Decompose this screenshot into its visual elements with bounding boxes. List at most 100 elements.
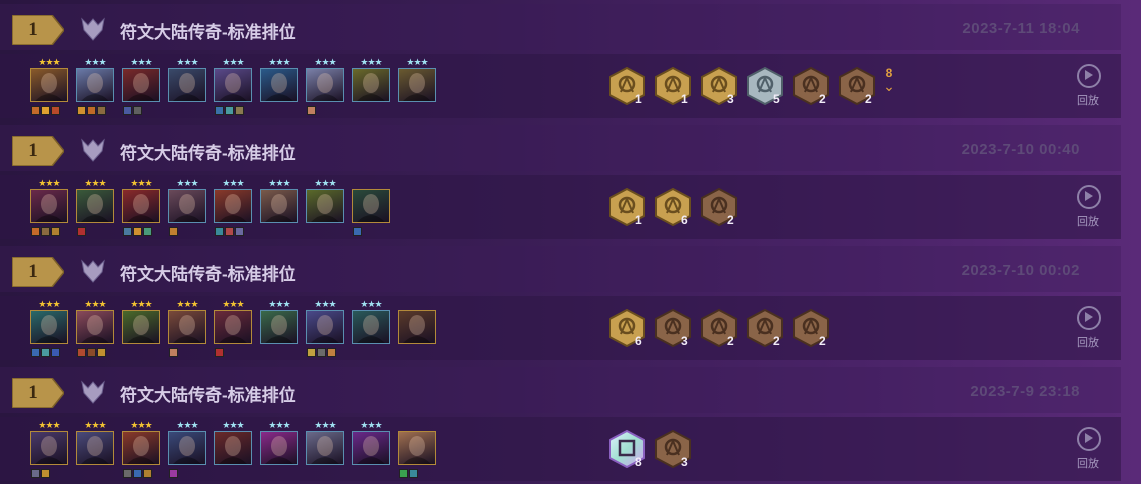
item-icon bbox=[41, 227, 50, 236]
champion-unit[interactable]: ★★★ bbox=[30, 179, 68, 236]
trait-badge[interactable]: 6 bbox=[653, 187, 693, 231]
match-row[interactable]: 1 符文大陆传奇-标准排位 2023-7-11 18:04 ★★★ ★★★ ★★★ ★★★ ★… bbox=[0, 4, 1141, 121]
champion-unit[interactable]: ★★★ bbox=[260, 421, 298, 473]
match-details: ★★★ ★★★ ★★★ ★★★ ★★★ ★★★ ★★★ ★★★ 6 3 2 2 2 回放 bbox=[0, 296, 1121, 360]
star-level-icon: ★★★ bbox=[38, 299, 60, 309]
champion-unit[interactable] bbox=[352, 181, 390, 236]
champion-unit[interactable] bbox=[398, 302, 436, 352]
item-slots bbox=[31, 465, 51, 478]
trait-badge[interactable]: 2 bbox=[745, 308, 785, 352]
match-row[interactable]: 1 符文大陆传奇-标准排位 2023-7-10 00:40 ★★★ ★★★ ★★★ ★★★ ★… bbox=[0, 125, 1141, 242]
item-slots bbox=[215, 344, 225, 357]
champion-unit[interactable]: ★★★ bbox=[214, 420, 252, 473]
replay-label: 回放 bbox=[1077, 337, 1099, 349]
champion-unit[interactable]: ★★★ bbox=[352, 57, 390, 110]
champion-unit[interactable]: ★★★ bbox=[306, 58, 344, 115]
champion-unit[interactable]: ★★★ bbox=[30, 421, 68, 478]
trait-badge[interactable]: 2 bbox=[791, 308, 831, 352]
star-level-icon: ★★★ bbox=[130, 299, 152, 309]
champion-unit[interactable]: ★★★ bbox=[306, 178, 344, 231]
placement-badge: 1 bbox=[12, 136, 64, 166]
item-slots bbox=[353, 223, 363, 236]
item-icon bbox=[327, 348, 336, 357]
champion-unit[interactable]: ★★★ bbox=[122, 421, 160, 478]
champion-unit[interactable]: ★★★ bbox=[76, 300, 114, 357]
match-details: ★★★ ★★★ ★★★ ★★★ ★★★ ★★★ ★★★ ★★★ ★★★ 1 1 3 5 2 2 8 ⌄ 回放 bbox=[0, 54, 1121, 118]
game-mode-label: 符文大陆传奇-标准排位 bbox=[120, 144, 296, 163]
item-icon bbox=[77, 227, 86, 236]
champion-portrait bbox=[168, 310, 206, 344]
trait-count: 2 bbox=[773, 334, 780, 348]
match-row[interactable]: 1 符文大陆传奇-标准排位 2023-7-10 00:02 ★★★ ★★★ ★★★ ★★★ ★… bbox=[0, 246, 1141, 363]
trait-badge[interactable]: 1 bbox=[607, 187, 647, 231]
trait-badge[interactable]: 6 bbox=[607, 308, 647, 352]
trait-count: 5 bbox=[773, 92, 780, 106]
trait-badge[interactable]: 3 bbox=[653, 308, 693, 352]
star-level-icon: ★★★ bbox=[222, 178, 244, 188]
champion-unit[interactable]: ★★★ bbox=[398, 58, 436, 110]
trait-badge[interactable]: 5 bbox=[745, 66, 785, 110]
trait-badge[interactable]: 8 bbox=[607, 429, 647, 473]
trait-badge[interactable]: 3 bbox=[699, 66, 739, 110]
trait-badge[interactable]: 1 bbox=[607, 66, 647, 110]
trait-count: 2 bbox=[727, 334, 734, 348]
champion-portrait bbox=[168, 431, 206, 465]
champion-unit[interactable]: ★★★ bbox=[76, 58, 114, 115]
replay-label: 回放 bbox=[1077, 216, 1099, 228]
champion-unit[interactable]: ★★★ bbox=[30, 58, 68, 115]
expand-traits-button[interactable]: 8 ⌄ bbox=[877, 66, 901, 100]
champion-unit[interactable]: ★★★ bbox=[214, 178, 252, 236]
trait-badge[interactable]: 2 bbox=[699, 308, 739, 352]
champion-unit[interactable]: ★★★ bbox=[122, 58, 160, 115]
champion-unit[interactable]: ★★★ bbox=[168, 179, 206, 236]
champion-unit[interactable]: ★★★ bbox=[30, 299, 68, 357]
champion-unit[interactable]: ★★★ bbox=[76, 421, 114, 473]
star-level-icon: ★★★ bbox=[314, 178, 336, 188]
item-icon bbox=[317, 348, 326, 357]
champion-unit[interactable]: ★★★ bbox=[122, 179, 160, 236]
champion-unit[interactable]: ★★★ bbox=[214, 58, 252, 115]
champion-unit[interactable] bbox=[398, 423, 436, 478]
champion-portrait bbox=[306, 68, 344, 102]
item-icon bbox=[133, 227, 142, 236]
champion-unit[interactable]: ★★★ bbox=[168, 300, 206, 357]
trait-badge[interactable]: 3 bbox=[653, 429, 693, 473]
replay-button[interactable]: 回放 bbox=[1072, 185, 1104, 233]
item-icon bbox=[123, 106, 132, 115]
champion-unit[interactable]: ★★★ bbox=[352, 300, 390, 352]
item-slots bbox=[307, 102, 317, 115]
match-details: ★★★ ★★★ ★★★ ★★★ ★★★ ★★★ ★★★ 1 6 2 回放 bbox=[0, 175, 1121, 239]
champion-unit[interactable]: ★★★ bbox=[260, 300, 298, 352]
trait-badge[interactable]: 2 bbox=[791, 66, 831, 110]
champion-unit[interactable]: ★★★ bbox=[306, 421, 344, 473]
item-slots bbox=[215, 223, 245, 236]
trait-badge[interactable]: 1 bbox=[653, 66, 693, 110]
champion-unit[interactable]: ★★★ bbox=[260, 179, 298, 231]
replay-button[interactable]: 回放 bbox=[1072, 64, 1104, 112]
champion-unit[interactable]: ★★★ bbox=[168, 58, 206, 110]
champion-portrait bbox=[260, 68, 298, 102]
trait-badge[interactable]: 2 bbox=[837, 66, 877, 110]
champion-unit[interactable]: ★★★ bbox=[168, 421, 206, 478]
champion-portrait bbox=[214, 310, 252, 344]
star-level-icon: ★★★ bbox=[222, 420, 244, 430]
match-row[interactable]: 1 符文大陆传奇-标准排位 2023-7-9 23:18 ★★★ ★★★ ★★★ ★★★ ★★… bbox=[0, 367, 1141, 484]
champion-portrait bbox=[352, 310, 390, 344]
star-level-icon: ★★★ bbox=[360, 57, 382, 67]
champion-unit[interactable]: ★★★ bbox=[214, 300, 252, 357]
champion-unit[interactable]: ★★★ bbox=[76, 179, 114, 236]
champion-portrait bbox=[76, 189, 114, 223]
champion-unit[interactable]: ★★★ bbox=[122, 299, 160, 352]
champion-unit[interactable]: ★★★ bbox=[306, 300, 344, 357]
replay-button[interactable]: 回放 bbox=[1072, 306, 1104, 354]
item-icon bbox=[51, 348, 60, 357]
champion-unit[interactable]: ★★★ bbox=[260, 58, 298, 110]
champion-portrait bbox=[352, 431, 390, 465]
champion-portrait bbox=[122, 431, 160, 465]
item-icon bbox=[215, 106, 224, 115]
champion-unit[interactable]: ★★★ bbox=[352, 421, 390, 473]
trait-badge[interactable]: 2 bbox=[699, 187, 739, 231]
replay-button[interactable]: 回放 bbox=[1072, 427, 1104, 475]
item-icon bbox=[41, 106, 50, 115]
item-icon bbox=[123, 227, 132, 236]
